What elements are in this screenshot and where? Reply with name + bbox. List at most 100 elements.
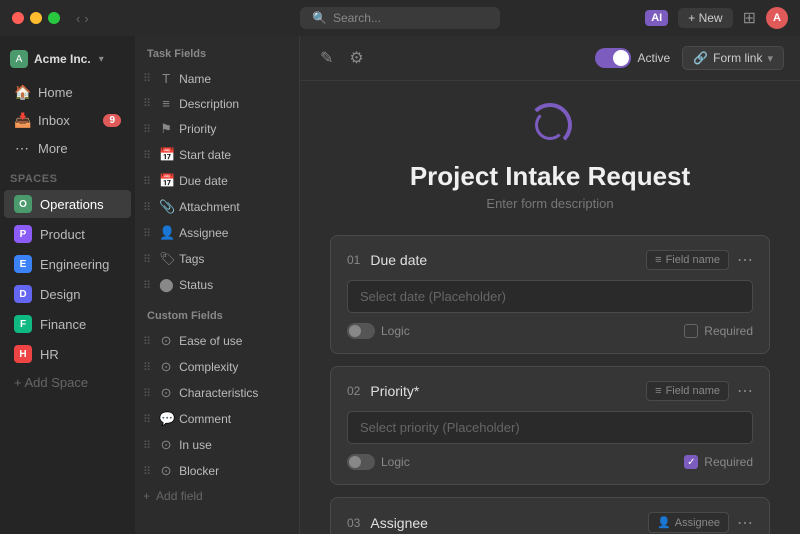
drag-handle: ⠿: [143, 123, 151, 136]
active-toggle[interactable]: [595, 48, 631, 68]
sidebar-item-product[interactable]: P Product: [4, 220, 131, 248]
sidebar-item-more[interactable]: ⋯ More: [4, 135, 131, 162]
design-dot: D: [14, 285, 32, 303]
more-icon: ⋯: [14, 140, 30, 157]
sidebar-item-hr[interactable]: H HR: [4, 340, 131, 368]
three-dot-3[interactable]: ⋯: [737, 513, 753, 533]
inbox-badge: 9: [103, 114, 121, 127]
workspace[interactable]: A Acme Inc. ▾: [0, 44, 135, 74]
edit-button[interactable]: ✎: [316, 44, 337, 72]
field-priority[interactable]: ⠿ ⚑ Priority: [135, 116, 299, 142]
field-comment[interactable]: ⠿ 💬 Comment: [135, 406, 299, 432]
titlebar: ‹ › 🔍 Search... AI + New ⊞ A: [0, 0, 800, 36]
field-name-badge-label-1: Field name: [666, 254, 720, 266]
sidebar-item-inbox[interactable]: 📥 Inbox 9: [4, 107, 131, 134]
search-bar[interactable]: 🔍 Search...: [300, 7, 500, 29]
field-input-2[interactable]: Select priority (Placeholder): [347, 411, 753, 444]
grid-icon[interactable]: ⊞: [743, 8, 756, 28]
blocker-label: Blocker: [179, 464, 219, 478]
three-dot-1[interactable]: ⋯: [737, 250, 753, 270]
field-assignee[interactable]: ⠿ 👤 Assignee: [135, 220, 299, 246]
field-complexity[interactable]: ⠿ ⊙ Complexity: [135, 354, 299, 380]
characteristics-label: Characteristics: [179, 386, 258, 400]
content-header: ✎ ⚙ Active 🔗 Form link ▾: [300, 36, 800, 81]
drag-handle: ⠿: [143, 97, 151, 110]
form-link-icon: 🔗: [693, 51, 708, 65]
logic-toggle-off-2[interactable]: [347, 454, 375, 470]
sidebar-item-finance[interactable]: F Finance: [4, 310, 131, 338]
field-due-date[interactable]: ⠿ 📅 Due date: [135, 168, 299, 194]
start-date-field-label: Start date: [179, 148, 231, 162]
form-field-card-due-date: 01 Due date ≡ Field name ⋯ Select date (…: [330, 235, 770, 354]
close-dot[interactable]: [12, 12, 24, 24]
sidebar-item-engineering[interactable]: E Engineering: [4, 250, 131, 278]
ai-badge[interactable]: AI: [645, 10, 668, 26]
field-name-badge-3[interactable]: 👤 Assignee: [648, 512, 729, 533]
field-num-label-1: 01 Due date: [347, 252, 427, 268]
required-checkbox-1[interactable]: [684, 324, 698, 338]
sidebar-item-design[interactable]: D Design: [4, 280, 131, 308]
form-description: Enter form description: [330, 196, 770, 211]
drag-handle: ⠿: [143, 439, 151, 452]
logic-toggle-1[interactable]: Logic: [347, 323, 410, 339]
field-blocker[interactable]: ⠿ ⊙ Blocker: [135, 458, 299, 484]
form-title: Project Intake Request: [330, 161, 770, 192]
field-num-label-3: 03 Assignee: [347, 515, 428, 531]
field-description[interactable]: ⠿ ≡ Description: [135, 91, 299, 116]
back-arrow[interactable]: ‹: [76, 11, 80, 26]
forward-arrow[interactable]: ›: [84, 11, 88, 26]
sidebar-nav: 🏠 Home 📥 Inbox 9 ⋯ More: [0, 78, 135, 163]
form-link-button[interactable]: 🔗 Form link ▾: [682, 46, 784, 70]
sidebar-item-operations[interactable]: O Operations: [4, 190, 131, 218]
field-input-1[interactable]: Select date (Placeholder): [347, 280, 753, 313]
required-group-1: Required: [684, 324, 753, 338]
field-name-2: Priority*: [370, 383, 419, 399]
drag-handle: ⠿: [143, 361, 151, 374]
active-toggle-group: Active: [595, 48, 670, 68]
drag-handle: ⠿: [143, 335, 151, 348]
logic-toggle-2[interactable]: Logic: [347, 454, 410, 470]
add-field[interactable]: + Add field: [135, 484, 299, 508]
nav-arrows: ‹ ›: [76, 11, 89, 26]
field-start-date[interactable]: ⠿ 📅 Start date: [135, 142, 299, 168]
spaces-header: Spaces: [0, 163, 135, 189]
field-name-badge-label-2: Field name: [666, 385, 720, 397]
field-characteristics[interactable]: ⠿ ⊙ Characteristics: [135, 380, 299, 406]
settings-button[interactable]: ⚙: [345, 44, 367, 72]
maximize-dot[interactable]: [48, 12, 60, 24]
priority-field-label: Priority: [179, 122, 216, 136]
field-name-badge-1[interactable]: ≡ Field name: [646, 250, 729, 270]
drag-handle: ⠿: [143, 253, 151, 266]
field-name-badge-2[interactable]: ≡ Field name: [646, 381, 729, 401]
tags-field-label: Tags: [179, 252, 204, 266]
form-field-header-3: 03 Assignee 👤 Assignee ⋯: [347, 512, 753, 533]
field-status[interactable]: ⠿ ⬤ Status: [135, 272, 299, 298]
drag-handle: ⠿: [143, 413, 151, 426]
minimize-dot[interactable]: [30, 12, 42, 24]
sidebar-item-home-label: Home: [38, 85, 73, 100]
field-name[interactable]: ⠿ T Name: [135, 66, 299, 91]
field-ease-of-use[interactable]: ⠿ ⊙ Ease of use: [135, 328, 299, 354]
field-actions-2: ≡ Field name ⋯: [646, 381, 753, 401]
three-dot-2[interactable]: ⋯: [737, 381, 753, 401]
drag-handle: ⠿: [143, 149, 151, 162]
in-use-label: In use: [179, 438, 212, 452]
assignee-field-icon: 👤: [159, 225, 173, 241]
active-label: Active: [637, 51, 670, 65]
hr-label: HR: [40, 347, 59, 362]
logic-toggle-off-1[interactable]: [347, 323, 375, 339]
sidebar-item-home[interactable]: 🏠 Home: [4, 79, 131, 106]
field-tags[interactable]: ⠿ 🏷 Tags: [135, 246, 299, 272]
drag-handle: ⠿: [143, 387, 151, 400]
status-field-label: Status: [179, 278, 213, 292]
new-button[interactable]: + New: [678, 8, 732, 28]
form-field-header-1: 01 Due date ≡ Field name ⋯: [347, 250, 753, 270]
description-field-icon: ≡: [159, 96, 173, 111]
form-field-header-2: 02 Priority* ≡ Field name ⋯: [347, 381, 753, 401]
add-space[interactable]: + Add Space: [4, 370, 131, 395]
field-attachment[interactable]: ⠿ 📎 Attachment: [135, 194, 299, 220]
logic-label-2: Logic: [381, 455, 410, 469]
required-checkbox-2[interactable]: ✓: [684, 455, 698, 469]
field-in-use[interactable]: ⠿ ⊙ In use: [135, 432, 299, 458]
avatar[interactable]: A: [766, 7, 788, 29]
